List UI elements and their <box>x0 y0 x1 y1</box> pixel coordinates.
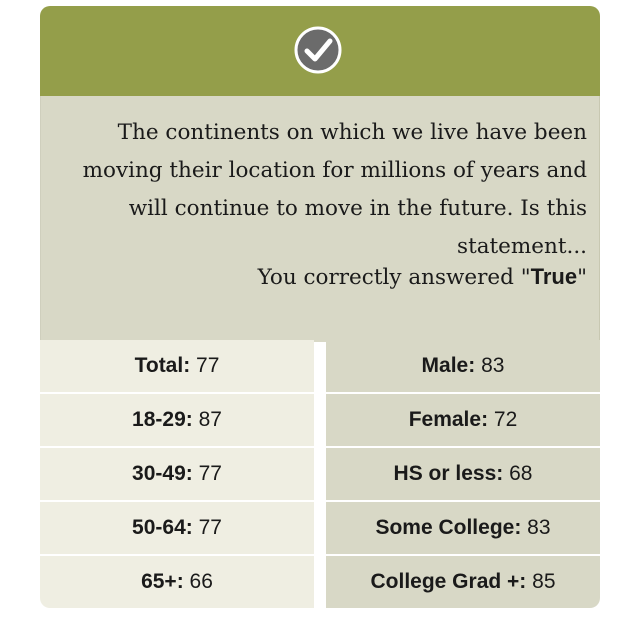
stat-label: Female: <box>408 408 489 431</box>
stat-label: College Grad +: <box>370 570 527 593</box>
stat-value: 77 <box>198 516 222 539</box>
stat-value: 66 <box>189 570 213 593</box>
stats-left-column: Total: 77 18-29: 87 30-49: 77 50-64: 77 … <box>40 340 314 608</box>
stat-value: 85 <box>532 570 556 593</box>
stat-cell: 50-64: 77 <box>40 502 314 554</box>
stat-cell: Male: 83 <box>326 340 600 392</box>
answer-value: True <box>530 264 578 289</box>
stat-label: HS or less: <box>393 462 504 485</box>
stat-value: 83 <box>481 354 505 377</box>
answer-suffix: " <box>577 265 587 290</box>
stat-label: 18-29: <box>132 408 193 431</box>
answer-line: You correctly answered "True" <box>258 262 587 293</box>
stat-label: Some College: <box>375 516 522 539</box>
stat-label: 50-64: <box>132 516 193 539</box>
stat-value: 72 <box>493 408 518 431</box>
question-text: The continents on which we live have bee… <box>82 120 587 259</box>
result-card: The continents on which we live have bee… <box>40 6 600 608</box>
stat-value: 77 <box>196 354 220 377</box>
stat-cell: Some College: 83 <box>326 502 600 554</box>
stat-cell: Total: 77 <box>40 340 314 392</box>
stats-right-column: Male: 83 Female: 72 HS or less: 68 Some … <box>326 340 600 608</box>
stat-label: 65+: <box>141 570 184 593</box>
stat-cell: 18-29: 87 <box>40 394 314 446</box>
result-header <box>40 6 600 96</box>
stat-cell: HS or less: 68 <box>326 448 600 500</box>
stat-cell: 65+: 66 <box>40 556 314 608</box>
answer-prefix: You correctly answered " <box>257 265 531 290</box>
stat-cell: College Grad +: 85 <box>326 556 600 608</box>
checkmark-circle-icon <box>294 26 342 74</box>
stat-label: Total: <box>134 354 191 377</box>
question-panel: The continents on which we live have bee… <box>40 96 600 342</box>
stat-cell: Female: 72 <box>326 394 600 446</box>
stat-value: 83 <box>527 516 551 539</box>
stat-value: 87 <box>198 408 222 431</box>
stat-cell: 30-49: 77 <box>40 448 314 500</box>
stat-value: 68 <box>509 462 533 485</box>
stat-label: Male: <box>421 354 476 377</box>
stat-value: 77 <box>198 462 222 485</box>
stat-label: 30-49: <box>132 462 193 485</box>
